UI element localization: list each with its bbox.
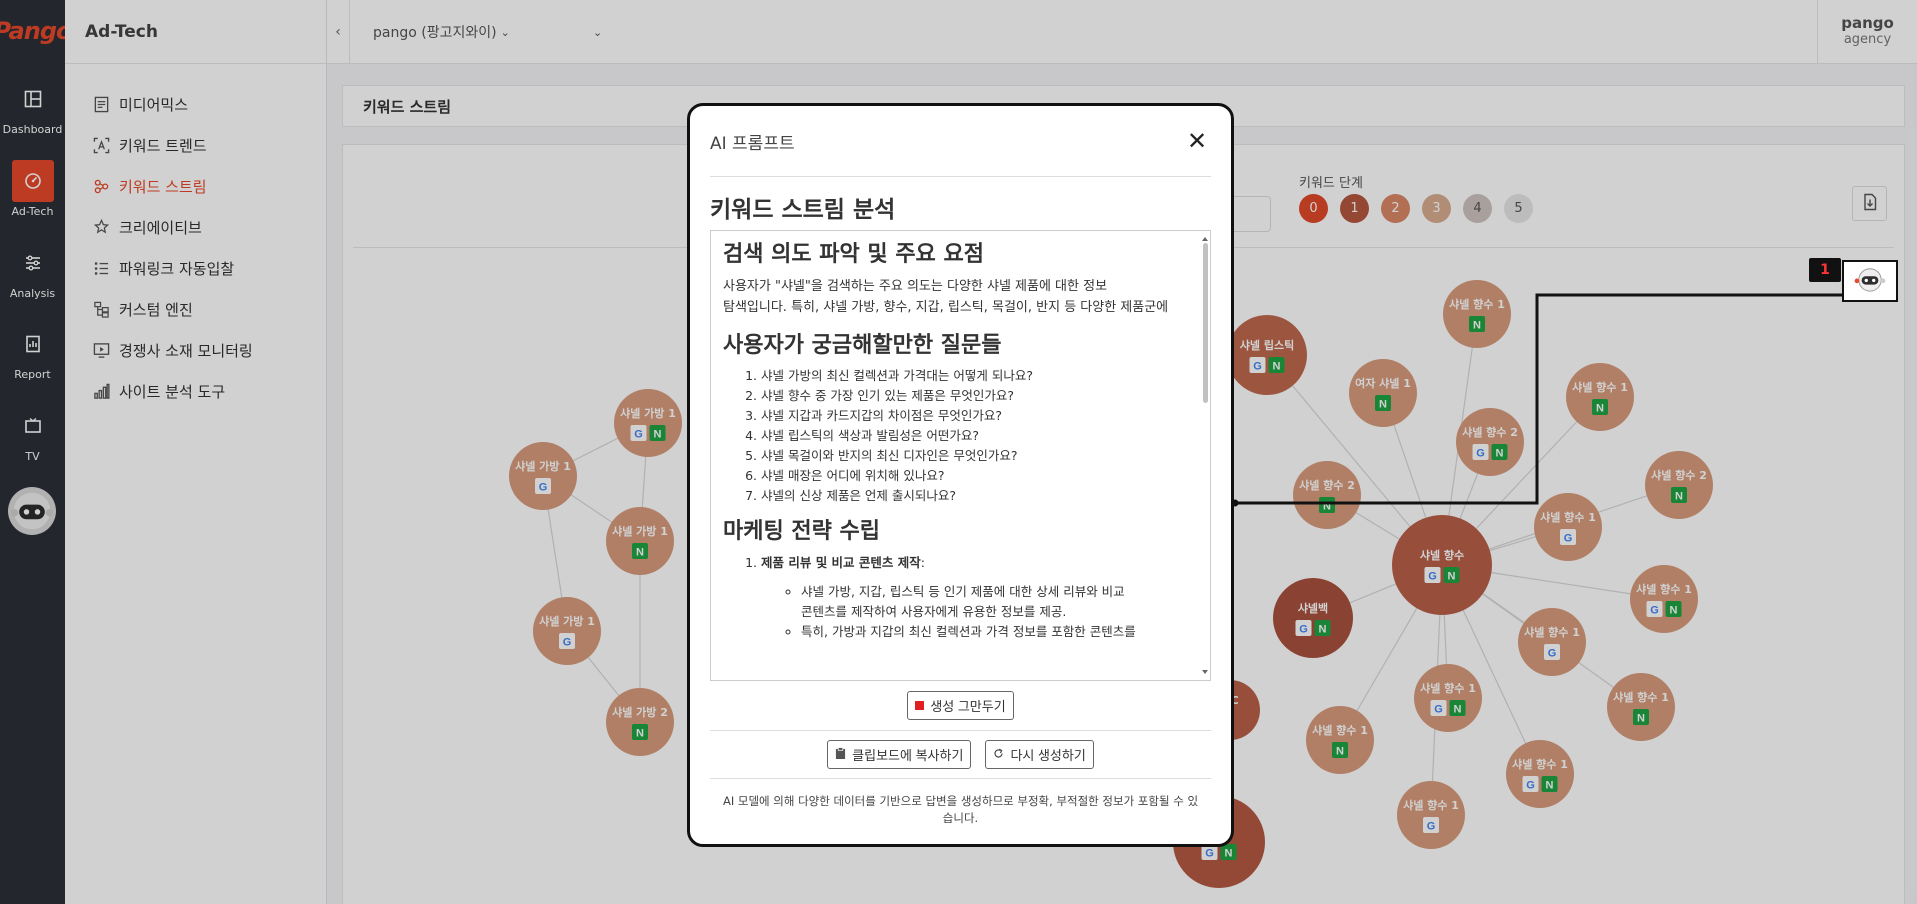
ai-prompt-modal: AI 프롬프트 ✕ 키워드 스트림 분석 검색 의도 파악 및 주요 요점 사용… bbox=[687, 103, 1234, 847]
disclaimer-line: AI 모델에 의해 다양한 데이터를 기반으로 답변을 생성하므로 부정확, 부… bbox=[722, 794, 1199, 808]
regenerate-label: 다시 생성하기 bbox=[1010, 748, 1086, 763]
regenerate-button[interactable]: 다시 생성하기 bbox=[985, 740, 1094, 769]
copy-clipboard-button[interactable]: 클립보드에 복사하기 bbox=[827, 740, 972, 769]
ai-disclaimer: AI 모델에 의해 다양한 데이터를 기반으로 답변을 생성하므로 부정확, 부… bbox=[710, 779, 1211, 827]
question-item: 샤넬의 신상 제품은 언제 출시되나요? bbox=[761, 486, 1196, 506]
section-heading: 사용자가 궁금해할만한 질문들 bbox=[723, 332, 1002, 358]
stop-icon bbox=[915, 701, 925, 710]
bullet-line: 샤넬 가방, 지갑, 립스틱 등 인기 제품에 대한 상세 리뷰와 비교 bbox=[801, 583, 1125, 599]
question-item: 샤넬 향수 중 가장 인기 있는 제품은 무엇인가요? bbox=[761, 386, 1196, 406]
list-item: 특히, 가방과 지갑의 최신 컬렉션과 가격 정보를 포함한 콘텐츠를 bbox=[801, 622, 1196, 642]
question-item: 샤넬 지갑과 카드지갑의 차이점은 무엇인가요? bbox=[761, 406, 1196, 426]
ai-response-content[interactable]: 검색 의도 파악 및 주요 요점 사용자가 "샤넬"을 검색하는 주요 의도는 … bbox=[710, 230, 1211, 681]
robot-icon bbox=[1853, 265, 1887, 297]
strategy-list: 제품 리뷰 및 비교 콘텐츠 제작: 샤넬 가방, 지갑, 립스틱 등 인기 제… bbox=[723, 553, 1196, 642]
stop-generation-button[interactable]: 생성 그만두기 bbox=[907, 691, 1014, 720]
questions-list: 샤넬 가방의 최신 컬렉션과 가격대는 어떻게 되나요?샤넬 향수 중 가장 인… bbox=[723, 366, 1196, 506]
copy-label: 클립보드에 복사하기 bbox=[852, 748, 964, 763]
ai-assistant-button[interactable] bbox=[1842, 260, 1898, 302]
clipboard-icon bbox=[835, 746, 846, 763]
question-item: 샤넬 매장은 어디에 위치해 있나요? bbox=[761, 466, 1196, 486]
question-item: 샤넬 립스틱의 색상과 발림성은 어떤가요? bbox=[761, 426, 1196, 446]
analysis-heading: 키워드 스트림 분석 bbox=[710, 197, 896, 223]
list-item: 샤넬 가방, 지갑, 립스틱 등 인기 제품에 대한 상세 리뷰와 비교콘텐츠를… bbox=[801, 582, 1196, 622]
stop-label: 생성 그만두기 bbox=[930, 699, 1006, 714]
question-item: 샤넬 목걸이와 반지의 최신 디자인은 무엇인가요? bbox=[761, 446, 1196, 466]
scrollbar-thumb[interactable] bbox=[1203, 243, 1208, 403]
strategy-title: 제품 리뷰 및 비교 콘텐츠 제작 bbox=[761, 554, 921, 570]
stop-row: 생성 그만두기 bbox=[710, 681, 1211, 731]
modal-header: AI 프롬프트 ✕ bbox=[710, 106, 1211, 177]
action-row: 클립보드에 복사하기 다시 생성하기 bbox=[710, 731, 1211, 779]
section-heading: 마케팅 전략 수립 bbox=[723, 519, 880, 545]
strategy-title-suffix: : bbox=[920, 554, 925, 570]
list-item: 제품 리뷰 및 비교 콘텐츠 제작: 샤넬 가방, 지갑, 립스틱 등 인기 제… bbox=[761, 553, 1196, 642]
question-item: 샤넬 가방의 최신 컬렉션과 가격대는 어떻게 되나요? bbox=[761, 366, 1196, 386]
section-paragraph: 사용자가 "샤넬"을 검색하는 주요 의도는 다양한 샤넬 제품에 대한 정보 … bbox=[723, 276, 1196, 318]
paragraph-line: 탐색입니다. 특히, 샤넬 가방, 향수, 지갑, 립스틱, 목걸이, 반지 등… bbox=[723, 299, 1169, 315]
modal-title: AI 프롬프트 bbox=[710, 133, 795, 154]
refresh-icon bbox=[993, 747, 1004, 762]
bullet-line: 콘텐츠를 제작하여 사용자에게 유용한 정보를 제공. bbox=[801, 603, 1067, 619]
paragraph-line: 사용자가 "샤넬"을 검색하는 주요 의도는 다양한 샤넬 제품에 대한 정보 bbox=[723, 278, 1108, 294]
section-heading: 검색 의도 파악 및 주요 요점 bbox=[723, 242, 984, 267]
close-icon[interactable]: ✕ bbox=[1183, 127, 1211, 155]
annotation-number-badge: 1 bbox=[1809, 258, 1841, 282]
disclaimer-line: 습니다. bbox=[942, 811, 979, 825]
